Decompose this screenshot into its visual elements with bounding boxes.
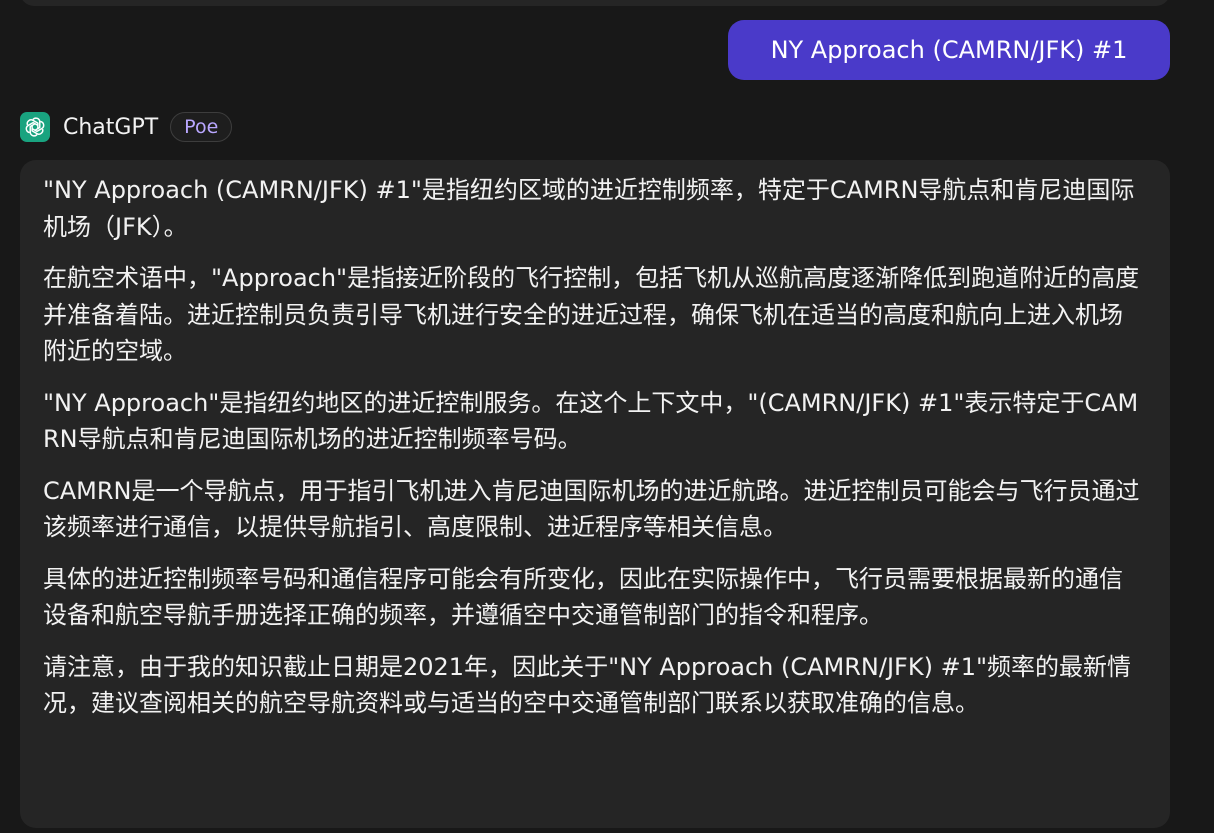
chat-view: NY Approach (CAMRN/JFK) #1 ChatGPT Poe "… bbox=[0, 0, 1214, 833]
response-paragraph: "NY Approach"是指纽约地区的进近控制服务。在这个上下文中，"(CAM… bbox=[43, 388, 1139, 454]
response-paragraph: 在航空术语中，"Approach"是指接近阶段的飞行控制，包括飞机从巡航高度逐渐… bbox=[43, 264, 1140, 365]
response-paragraph: CAMRN是一个导航点，用于指引飞机进入肯尼迪国际机场的进近航路。进近控制员可能… bbox=[43, 476, 1140, 542]
user-message-bubble: NY Approach (CAMRN/JFK) #1 bbox=[728, 20, 1170, 80]
response-paragraph: 请注意，由于我的知识截止日期是2021年，因此关于"NY Approach (C… bbox=[43, 652, 1132, 718]
response-paragraph: 具体的进近控制频率号码和通信程序可能会有所变化，因此在实际操作中，飞行员需要根据… bbox=[43, 564, 1123, 630]
bot-header: ChatGPT Poe bbox=[20, 111, 233, 143]
bot-message-bubble: "NY Approach (CAMRN/JFK) #1"是指纽约区域的进近控制频… bbox=[20, 160, 1170, 828]
response-paragraph: "NY Approach (CAMRN/JFK) #1"是指纽约区域的进近控制频… bbox=[43, 176, 1135, 241]
openai-logo-icon[interactable] bbox=[20, 112, 50, 142]
poe-badge: Poe bbox=[170, 112, 233, 142]
user-message-text: NY Approach (CAMRN/JFK) #1 bbox=[770, 36, 1128, 64]
previous-message-bubble bbox=[20, 0, 1170, 6]
bot-name[interactable]: ChatGPT bbox=[63, 115, 158, 140]
